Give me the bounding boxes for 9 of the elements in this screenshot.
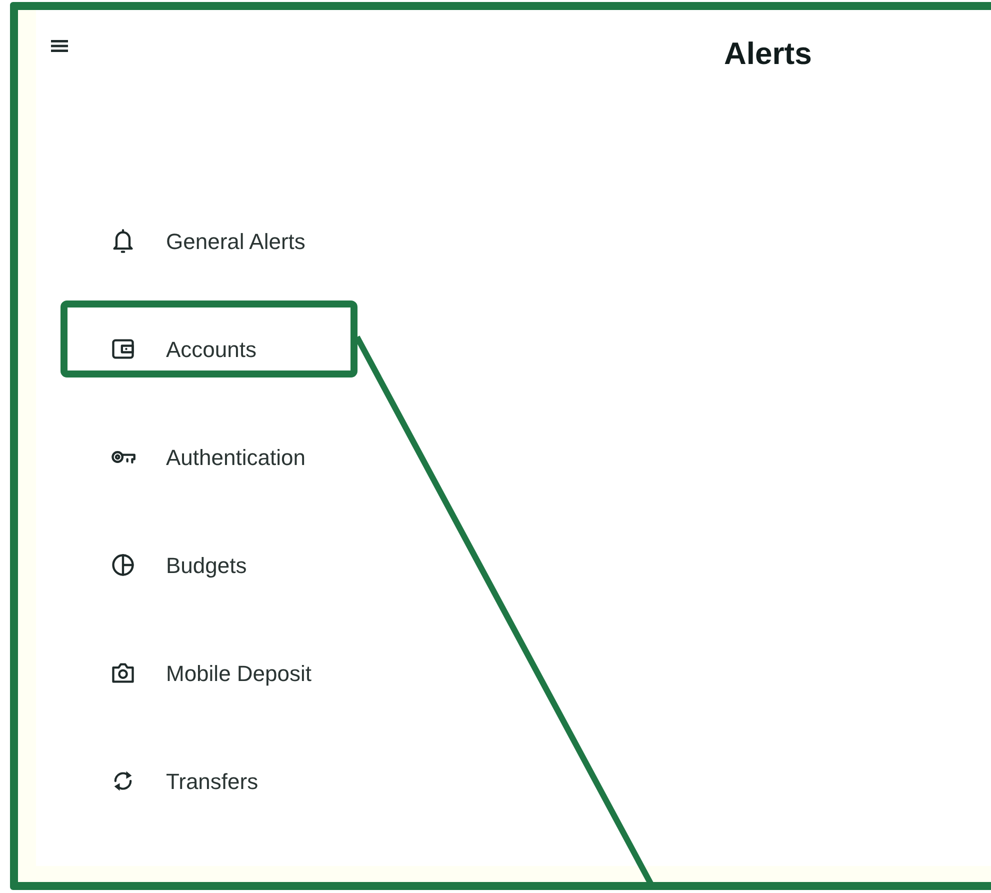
page-title: Alerts — [724, 38, 812, 69]
menu-item[interactable]: Budgets — [166, 548, 247, 582]
menu-item[interactable]: Accounts — [166, 332, 256, 366]
menu-icon[interactable] — [51, 39, 68, 53]
menu-item[interactable]: General Alerts — [166, 224, 306, 258]
menu-item[interactable]: Authentication — [166, 440, 306, 474]
pie-chart-icon — [110, 552, 136, 578]
menu-item[interactable]: Mobile Deposit — [166, 656, 312, 690]
menu-item[interactable]: Transfers — [166, 764, 258, 798]
